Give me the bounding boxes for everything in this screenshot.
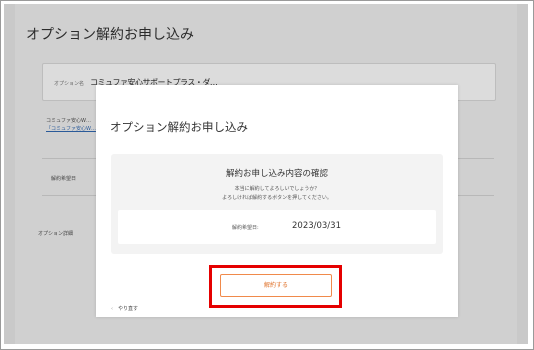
page-title: オプション解約お申し込み	[26, 27, 194, 43]
confirmation-text-line2: よろしければ解約するボタンを押してください。	[222, 195, 332, 201]
confirmation-modal: オプション解約お申し込み 解約お申し込み内容の確認 本当に解約してよろしいでしょ…	[96, 85, 458, 317]
chevron-left-icon: ‹	[111, 306, 113, 312]
info-link[interactable]: 「コミュファ安心W…	[46, 125, 96, 132]
cancel-date-field-label: 解約希望日:	[232, 225, 259, 231]
cancel-date-value: 2023/03/31	[292, 221, 341, 231]
option-name-label: オプション名	[54, 81, 85, 87]
confirmation-card: 解約お申し込み内容の確認 本当に解約してよろしいでしょうか？ よろしければ解約す…	[111, 154, 443, 254]
redo-link[interactable]: ‹ やり直す	[111, 305, 138, 312]
confirmation-text-line1: 本当に解約してよろしいでしょうか？	[234, 186, 320, 192]
info-text: コミュファ安心W…	[46, 118, 91, 124]
redo-link-label: やり直す	[118, 306, 139, 312]
cancel-contract-button[interactable]: 解約する	[220, 274, 332, 297]
confirmation-title: 解約お申し込み内容の確認	[225, 169, 328, 179]
cancel-date-label: 解約希望日	[51, 176, 77, 182]
cancel-date-box: 解約希望日: 2023/03/31	[118, 210, 436, 244]
modal-title: オプション解約お申し込み	[110, 120, 248, 134]
option-detail-toggle[interactable]: オプション詳細	[38, 230, 73, 237]
